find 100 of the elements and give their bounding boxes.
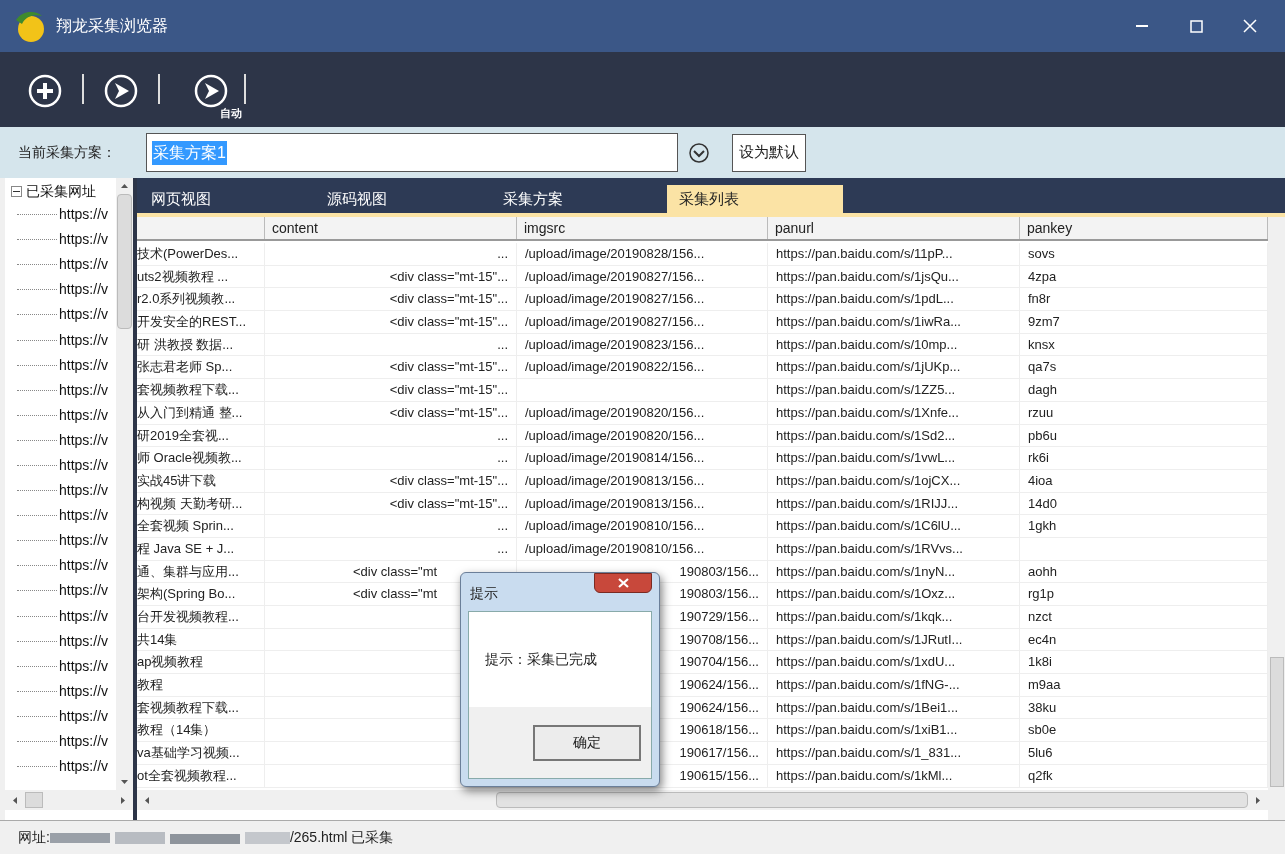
- tree-item[interactable]: https://v: [59, 505, 109, 527]
- table-cell: /upload/image/20190828/156...: [517, 243, 768, 266]
- table-cell: <div class="mt-15"...: [265, 356, 517, 380]
- table-cell: 程 Java SE + J...: [137, 537, 265, 561]
- left-arrow-icon[interactable]: [143, 795, 151, 805]
- table-cell: /upload/image/20190813/156...: [517, 469, 768, 493]
- table-cell: https://pan.baidu.com/s/1ZZ5...: [768, 379, 1020, 402]
- column-header[interactable]: panurl: [768, 217, 1020, 239]
- table-cell: 技术(PowerDes...: [137, 243, 265, 266]
- table-cell: 教程（14集）: [137, 719, 265, 743]
- table-cell: 开发安全的REST...: [137, 311, 265, 334]
- scrollbar[interactable]: [137, 790, 1268, 810]
- tree-item[interactable]: https://v: [59, 204, 109, 226]
- tree-item[interactable]: https://v: [59, 756, 109, 778]
- tree-item[interactable]: https://v: [59, 304, 109, 326]
- table-cell: rzuu: [1020, 401, 1268, 425]
- table-cell: https://pan.baidu.com/s/1ojCX...: [768, 469, 1020, 493]
- table-cell: 5lu6: [1020, 742, 1268, 765]
- table-cell: /upload/image/20190823/156...: [517, 333, 768, 357]
- scheme-label: 当前采集方案：: [18, 143, 117, 162]
- dropdown-icon[interactable]: [688, 141, 710, 164]
- table-cell: dagh: [1020, 379, 1268, 402]
- table-cell: <div class="mt-15"...: [265, 401, 517, 425]
- tree-item[interactable]: https://v: [59, 605, 109, 627]
- right-arrow-icon[interactable]: [119, 795, 127, 805]
- table-cell: https://pan.baidu.com/s/1jUKp...: [768, 356, 1020, 380]
- table-cell: 9zm7: [1020, 311, 1268, 334]
- table-cell: 共14集: [137, 628, 265, 652]
- table-cell: 4zpa: [1020, 265, 1268, 289]
- status-text: 网址:: [18, 828, 50, 847]
- tab[interactable]: 采集方案: [491, 185, 667, 213]
- play-icon: [194, 74, 228, 108]
- close-button[interactable]: [594, 573, 652, 593]
- tree-item[interactable]: https://v: [59, 354, 109, 376]
- tree-item[interactable]: https://v: [59, 680, 109, 702]
- tree-item[interactable]: https://v: [59, 404, 109, 426]
- start-button[interactable]: [104, 74, 138, 108]
- tree-item[interactable]: https://v: [59, 480, 109, 502]
- column-header[interactable]: content: [265, 217, 517, 239]
- table-cell: sb0e: [1020, 719, 1268, 743]
- tree-item[interactable]: https://v: [59, 229, 109, 251]
- add-button[interactable]: [28, 74, 62, 108]
- table-cell: https://pan.baidu.com/s/1xdU...: [768, 651, 1020, 675]
- tree-item[interactable]: https://v: [59, 279, 109, 301]
- table-cell: nzct: [1020, 606, 1268, 629]
- scrollbar[interactable]: [116, 178, 133, 790]
- scrollbar-thumb[interactable]: [117, 194, 132, 329]
- tree-item[interactable]: https://v: [59, 630, 109, 652]
- scrollbar-thumb[interactable]: [496, 792, 1248, 808]
- table-cell: /upload/image/20190820/156...: [517, 401, 768, 425]
- left-arrow-icon[interactable]: [11, 795, 19, 805]
- tree-item[interactable]: https://v: [59, 254, 109, 276]
- ok-button[interactable]: 确定: [533, 724, 641, 761]
- scrollbar[interactable]: [5, 790, 133, 810]
- right-arrow-icon[interactable]: [1254, 795, 1262, 805]
- table-cell: https://pan.baidu.com/s/1fNG-...: [768, 674, 1020, 697]
- table-cell: ...: [265, 243, 517, 266]
- tab[interactable]: 网页视图: [139, 185, 315, 213]
- tree-item[interactable]: https://v: [59, 731, 109, 752]
- table-cell: https://pan.baidu.com/s/1pdL...: [768, 288, 1020, 312]
- auto-button[interactable]: 自动: [180, 74, 242, 120]
- scrollbar-thumb[interactable]: [1269, 657, 1284, 787]
- tree-item[interactable]: https://v: [59, 379, 109, 401]
- table-cell: 14d0: [1020, 492, 1268, 516]
- tree-item[interactable]: 已采集网址: [26, 180, 96, 202]
- tree-item[interactable]: https://v: [59, 655, 109, 677]
- table-cell: ...: [265, 447, 517, 470]
- tree-item[interactable]: https://v: [59, 429, 109, 451]
- tab[interactable]: 源码视图: [315, 185, 491, 213]
- tree-item[interactable]: https://v: [59, 455, 109, 476]
- table-cell: https://pan.baidu.com/s/1Bei1...: [768, 696, 1020, 720]
- tree-item[interactable]: https://v: [59, 705, 109, 727]
- table-cell: pb6u: [1020, 424, 1268, 448]
- table-cell: https://pan.baidu.com/s/10mp...: [768, 333, 1020, 357]
- table-cell: 构视频 天勤考研...: [137, 492, 265, 516]
- tree-item[interactable]: https://v: [59, 555, 109, 577]
- table-cell: qa7s: [1020, 356, 1268, 380]
- table-cell: https://pan.baidu.com/s/1Sd2...: [768, 424, 1020, 448]
- table-cell: 1k8i: [1020, 651, 1268, 675]
- scrollbar-thumb[interactable]: [25, 792, 43, 808]
- table-cell: sovs: [1020, 243, 1268, 266]
- tab[interactable]: 采集列表: [667, 185, 843, 213]
- tree-item[interactable]: https://v: [59, 580, 109, 602]
- table-cell: https://pan.baidu.com/s/1nyN...: [768, 560, 1020, 584]
- table-cell: 实战45讲下载: [137, 469, 265, 493]
- table-cell: 张志君老师 Sp...: [137, 356, 265, 380]
- tree-item[interactable]: https://v: [59, 329, 109, 351]
- table-cell: 套视频教程下载...: [137, 379, 265, 402]
- table-cell: <div class="mt-15"...: [265, 379, 517, 402]
- table-cell: 架构(Spring Bo...: [137, 583, 265, 606]
- scrollbar[interactable]: [1268, 217, 1285, 820]
- collapse-toggle[interactable]: [11, 185, 22, 197]
- status-text: /265.html 已采集: [289, 828, 394, 847]
- set-default-button[interactable]: 设为默认: [732, 133, 806, 172]
- close-icon: [1243, 19, 1257, 33]
- table-cell: 全套视频 Sprin...: [137, 515, 265, 538]
- table-cell: fn8r: [1020, 288, 1268, 312]
- tree-item[interactable]: https://v: [59, 530, 109, 552]
- column-header[interactable]: imgsrc: [517, 217, 768, 239]
- table-cell: /upload/image/20190827/156...: [517, 265, 768, 289]
